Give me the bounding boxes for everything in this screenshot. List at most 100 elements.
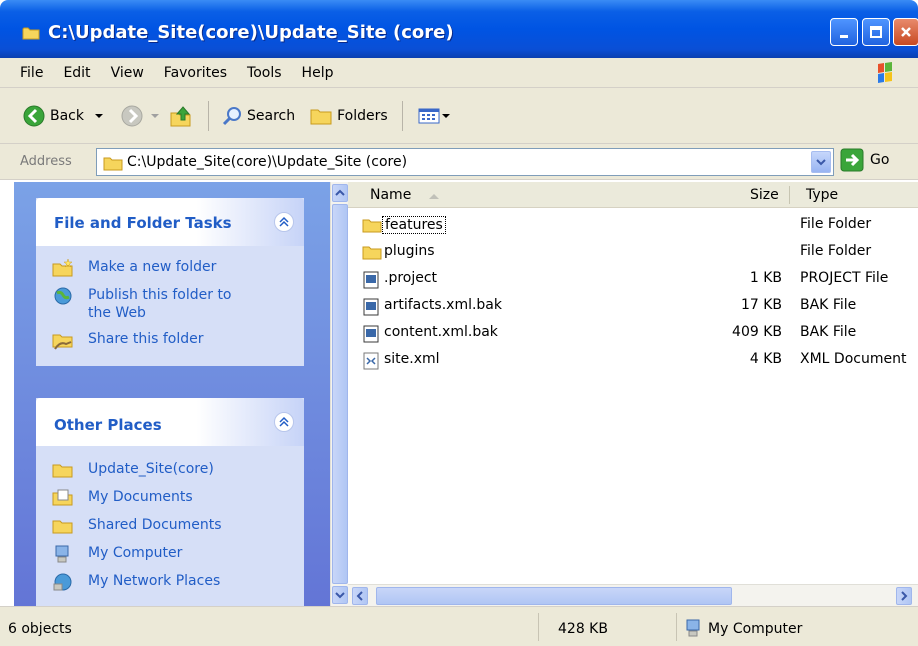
chevron-down-icon (151, 113, 159, 118)
status-object-count: 6 objects (8, 621, 72, 637)
task-make-new-folder[interactable]: Make a new folder (36, 254, 304, 282)
folders-label: Folders (337, 107, 388, 124)
minimize-button[interactable] (830, 18, 858, 46)
status-divider (538, 613, 539, 641)
back-arrow-icon (23, 105, 45, 126)
back-button[interactable]: Back (22, 104, 106, 128)
forward-button[interactable] (120, 104, 162, 128)
title-bar[interactable]: C:\Update_Site(core)\Update_Site (core) (0, 0, 918, 58)
toolbar-separator (208, 100, 209, 131)
scroll-thumb[interactable] (376, 587, 732, 605)
search-label: Search (247, 107, 296, 124)
address-field[interactable]: C:\Update_Site(core)\Update_Site (core) (96, 148, 834, 176)
menu-file[interactable]: File (0, 65, 53, 81)
share-folder-icon (52, 334, 73, 350)
scroll-thumb[interactable] (332, 204, 348, 584)
column-size[interactable]: Size (750, 187, 779, 203)
place-label: My Network Places (88, 573, 221, 589)
place-my-network-places[interactable]: My Network Places (36, 568, 304, 596)
task-label: Make a new folder (88, 259, 217, 275)
search-button[interactable]: Search (221, 105, 295, 127)
menu-edit[interactable]: Edit (53, 65, 100, 81)
views-button[interactable] (417, 106, 451, 126)
place-label: My Documents (88, 489, 193, 505)
place-update-site[interactable]: Update_Site(core) (36, 456, 304, 484)
close-button[interactable] (893, 18, 918, 46)
file-list-hscrollbar[interactable] (348, 584, 918, 606)
task-label: Share this folder (88, 331, 204, 347)
address-label: Address (20, 154, 72, 169)
task-pane: File and Folder Tasks Make a new folder … (14, 182, 330, 610)
file-type: XML Document (800, 351, 907, 367)
go-label: Go (870, 152, 890, 168)
address-dropdown-button[interactable] (811, 151, 831, 173)
scroll-up-button[interactable] (332, 184, 348, 202)
column-name[interactable]: Name (370, 187, 411, 203)
task-pane-scrollbar[interactable] (330, 182, 348, 606)
go-button[interactable]: Go (840, 148, 889, 172)
place-my-documents[interactable]: My Documents (36, 484, 304, 512)
file-size: 4 KB (749, 351, 782, 367)
collapse-button[interactable] (274, 412, 294, 432)
up-folder-button[interactable] (168, 103, 194, 129)
status-size: 428 KB (558, 621, 608, 637)
task-publish-to-web[interactable]: Publish this folder to the Web (36, 282, 304, 326)
folders-button[interactable]: Folders (309, 106, 388, 126)
folder-icon (103, 157, 123, 171)
scroll-right-button[interactable] (896, 587, 912, 605)
file-name: .project (384, 270, 438, 286)
file-name: site.xml (384, 351, 440, 367)
menu-help[interactable]: Help (292, 65, 344, 81)
status-bar: 6 objects 428 KB My Computer (0, 606, 918, 646)
chevron-left-icon (356, 591, 363, 601)
file-row[interactable]: site.xml 4 KB XML Document (348, 347, 918, 374)
column-divider[interactable] (789, 186, 790, 204)
file-name: plugins (384, 243, 435, 259)
panel-header[interactable]: Other Places (36, 398, 304, 446)
menu-tools[interactable]: Tools (237, 65, 292, 81)
column-type[interactable]: Type (806, 187, 838, 203)
file-row[interactable]: features File Folder (348, 212, 918, 239)
place-shared-documents[interactable]: Shared Documents (36, 512, 304, 540)
panel-title: Other Places (54, 416, 162, 434)
my-documents-icon (52, 489, 73, 506)
scroll-down-button[interactable] (332, 586, 348, 604)
file-row[interactable]: content.xml.bak 409 KB BAK File (348, 320, 918, 347)
maximize-icon (870, 26, 882, 38)
chevron-up-icon (335, 189, 345, 196)
file-type: BAK File (800, 297, 857, 313)
new-folder-icon (52, 258, 73, 277)
file-name: features (382, 216, 446, 234)
file-name: content.xml.bak (384, 324, 498, 340)
file-row[interactable]: artifacts.xml.bak 17 KB BAK File (348, 293, 918, 320)
column-header: Name Size Type (348, 182, 918, 208)
file-size: 409 KB (732, 324, 782, 340)
publish-web-icon (54, 287, 72, 305)
toolbar: Back Search Folders (0, 88, 918, 144)
panel-header[interactable]: File and Folder Tasks (36, 198, 304, 246)
folder-icon (22, 27, 40, 40)
up-folder-icon (170, 105, 191, 126)
file-type: BAK File (800, 324, 857, 340)
status-zone: My Computer (708, 621, 803, 637)
my-computer-icon (55, 545, 69, 563)
scroll-left-button[interactable] (352, 587, 368, 605)
file-type: PROJECT File (800, 270, 889, 286)
collapse-button[interactable] (274, 212, 294, 232)
chevron-up-icon (279, 216, 289, 227)
menu-favorites[interactable]: Favorites (154, 65, 237, 81)
panel-title: File and Folder Tasks (54, 214, 232, 232)
maximize-button[interactable] (862, 18, 890, 46)
file-row[interactable]: .project 1 KB PROJECT File (348, 266, 918, 293)
task-label: Publish this folder to the Web (88, 287, 232, 321)
status-divider (676, 613, 677, 641)
chevron-up-icon (279, 416, 289, 427)
place-my-computer[interactable]: My Computer (36, 540, 304, 568)
menu-view[interactable]: View (101, 65, 154, 81)
file-row[interactable]: plugins File Folder (348, 239, 918, 266)
minimize-icon (840, 35, 848, 38)
task-share-folder[interactable]: Share this folder (36, 326, 304, 354)
forward-arrow-icon (121, 105, 143, 126)
search-icon (222, 106, 241, 125)
file-list: Name Size Type features File Folder plug… (348, 182, 918, 606)
